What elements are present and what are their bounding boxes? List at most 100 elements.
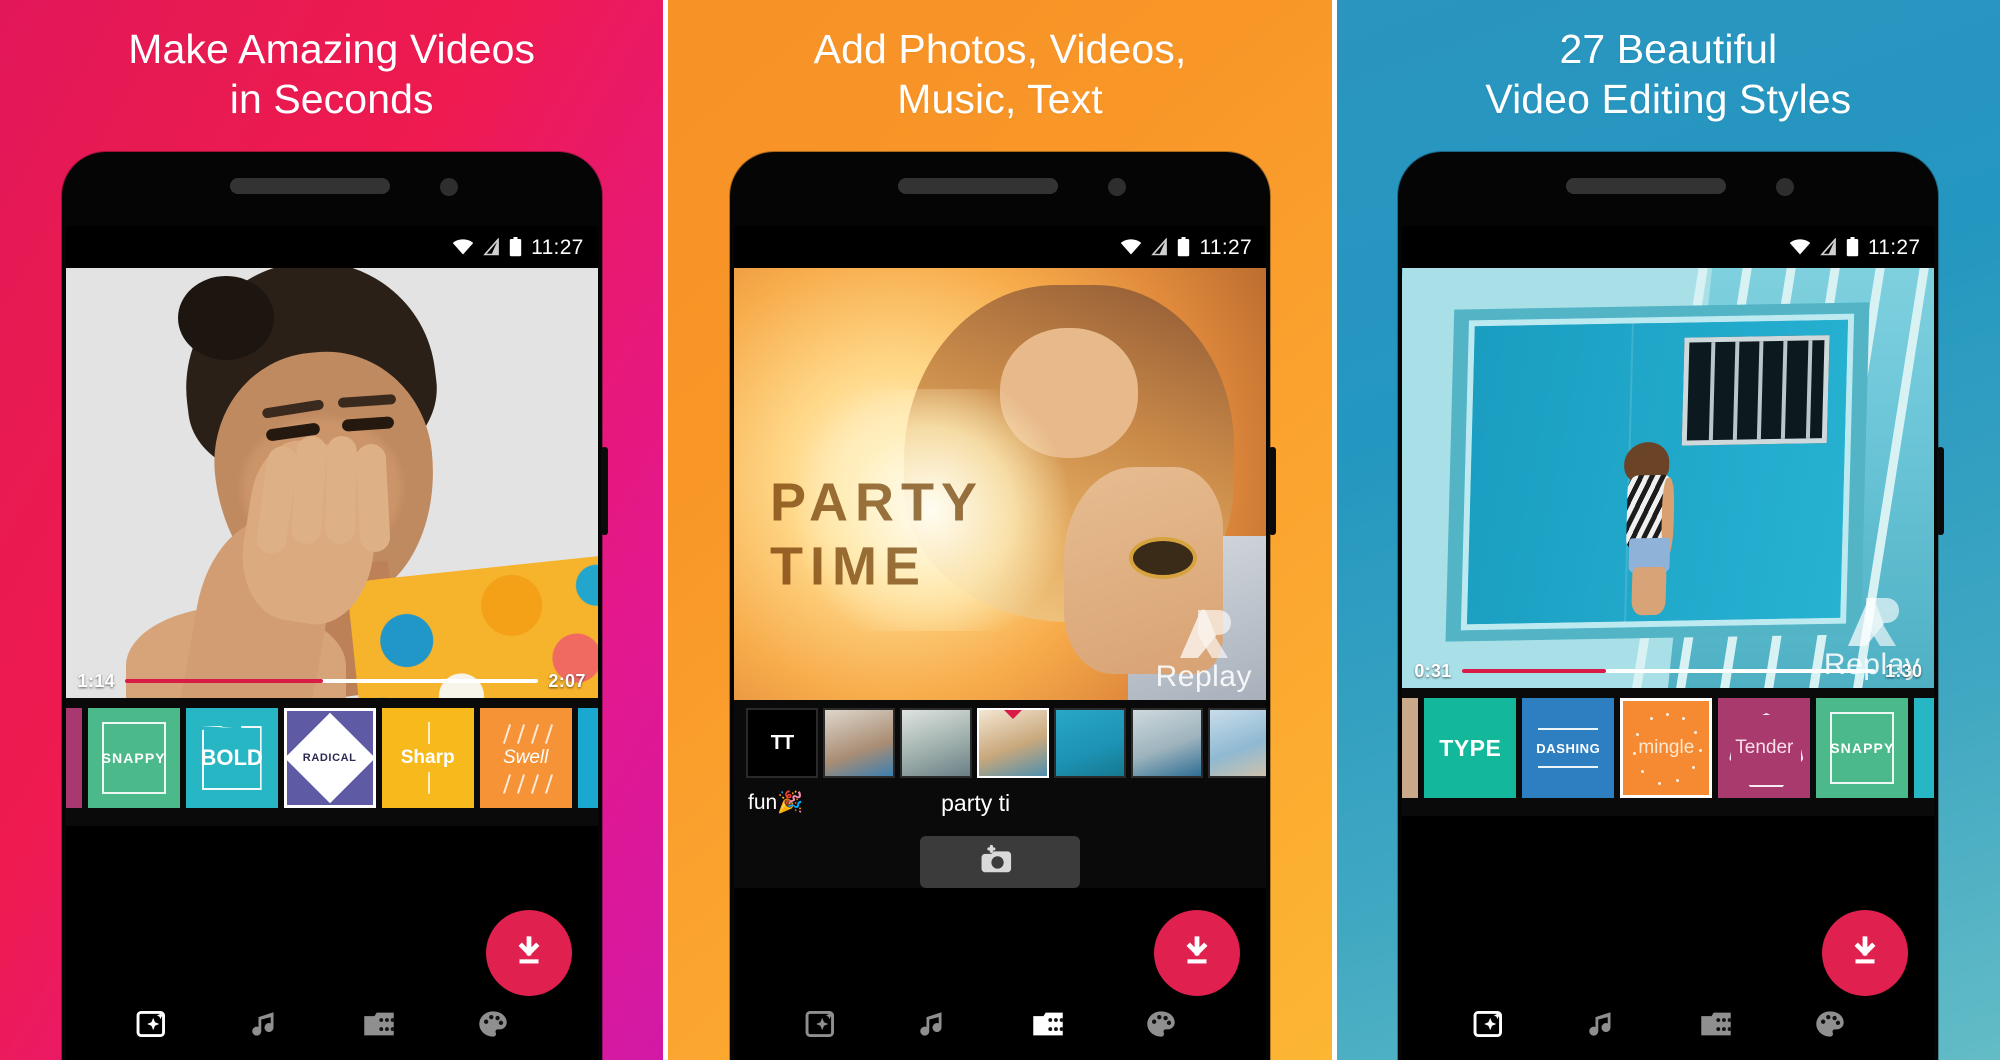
export-download-button[interactable] [1822, 910, 1909, 996]
download-icon [510, 934, 548, 972]
add-media-button[interactable] [919, 836, 1080, 888]
timeline-total-time: 2:07 [548, 670, 586, 691]
style-card-sharp[interactable]: Sharp [381, 708, 474, 808]
video-text-overlay-line-1: PARTY [769, 472, 984, 533]
camera-plus-icon [979, 844, 1021, 881]
side-power-button[interactable] [1937, 447, 1945, 535]
nav-styles-sparkle-icon[interactable] [128, 1000, 176, 1048]
side-power-button[interactable] [1268, 447, 1276, 535]
style-card-mingle[interactable]: mingle [1620, 698, 1713, 798]
timeline-current-time: 1:14 [77, 670, 115, 691]
battery-icon [509, 237, 522, 257]
timeline-scrubber[interactable] [1461, 669, 1876, 673]
export-download-button[interactable] [485, 910, 572, 996]
thumbnail-clip[interactable] [1130, 708, 1203, 778]
video-preview-3[interactable]: Replay 0:31 1:30 [1402, 268, 1935, 688]
preview-photo-woman-smiling [65, 268, 598, 698]
nav-film-strip-icon[interactable] [355, 1000, 403, 1048]
bottom-nav-1[interactable] [65, 910, 598, 1060]
promo-panel-1: Make Amazing Videos in Seconds 11:27 1:1… [0, 0, 664, 1060]
style-card-label: Swell [502, 747, 549, 768]
status-bar-clock: 11:27 [1867, 235, 1921, 259]
style-card-peek-right[interactable] [1914, 698, 1935, 798]
style-card-snappy[interactable]: SNAPPY [87, 708, 180, 808]
style-deco-underline-bottom [1538, 766, 1599, 768]
replay-watermark-text: Replay [1155, 660, 1252, 693]
style-card-label: mingle [1638, 737, 1695, 758]
panel-1-headline-line-1: Make Amazing Videos [128, 26, 536, 72]
side-power-button[interactable] [600, 447, 608, 535]
panel-2-headline-line-1: Add Photos, Videos, [813, 26, 1187, 72]
style-card-bold[interactable]: BOLD [185, 708, 278, 808]
nav-styles-sparkle-icon[interactable] [797, 1000, 845, 1048]
thumbnail-clip[interactable] [1207, 708, 1266, 778]
timeline-3[interactable]: 0:31 1:30 [1402, 654, 1934, 688]
style-card-tender[interactable]: Tender [1718, 698, 1811, 798]
replay-logo-icon [1840, 590, 1904, 652]
bottom-nav-2[interactable] [733, 910, 1266, 1060]
project-title-field[interactable]: party ti [793, 790, 1254, 817]
style-card-radical[interactable]: RADICAL [283, 708, 376, 808]
promo-panel-2: Add Photos, Videos, Music, Text 11:27 PA… [663, 0, 1332, 1060]
phone-screen-2: 11:27 PARTY TIME Replay TT fun🎉 party ti [733, 226, 1266, 1060]
thumbnail-clip-selected[interactable] [976, 708, 1049, 778]
phone-screen-3: 11:27 Replay 0:31 1:30 TYPE DASHING ming… [1402, 226, 1935, 1060]
nav-music-note-icon[interactable] [242, 1000, 290, 1048]
style-card-label: RADICAL [302, 752, 357, 764]
thumbnail-clip[interactable] [899, 708, 972, 778]
nav-styles-sparkle-icon[interactable] [1465, 1000, 1513, 1048]
signal-off-icon [1151, 237, 1168, 256]
export-download-button[interactable] [1153, 910, 1240, 996]
video-preview-1[interactable]: 1:14 2:07 [65, 268, 598, 698]
app-store-screenshot-set: Make Amazing Videos in Seconds 11:27 1:1… [0, 0, 2000, 1060]
timeline-scrubber[interactable] [124, 679, 539, 683]
video-text-overlay-line-2: TIME [769, 535, 927, 596]
nav-palette-icon[interactable] [469, 1000, 517, 1048]
battery-icon [1846, 237, 1859, 257]
status-bar-3: 11:27 [1402, 226, 1935, 268]
signal-off-icon [483, 237, 500, 256]
earpiece-speaker [229, 178, 390, 194]
clip-meta-row: fun🎉 party ti [734, 778, 1266, 822]
thumbnail-text-tile[interactable]: TT [745, 708, 818, 778]
style-deco-slashes-bottom [480, 774, 572, 794]
style-card-peek-right[interactable] [577, 708, 598, 808]
front-camera-icon [439, 178, 458, 196]
status-bar-2: 11:27 [733, 226, 1266, 268]
phone-mockup-3: 11:27 Replay 0:31 1:30 TYPE DASHING ming… [1398, 152, 1945, 1060]
nav-film-strip-icon[interactable] [1692, 1000, 1740, 1048]
nav-music-note-icon[interactable] [910, 1000, 958, 1048]
nav-film-strip-icon[interactable] [1024, 1000, 1072, 1048]
thumbnail-text-tile-label: TT [770, 731, 794, 754]
style-card-dashing[interactable]: DASHING [1522, 698, 1615, 798]
style-carousel-1[interactable]: SNAPPY BOLD RADICAL Sharp Swell [65, 698, 598, 826]
photo-window-detail [1682, 334, 1830, 446]
wifi-icon [1789, 239, 1811, 255]
nav-music-note-icon[interactable] [1579, 1000, 1627, 1048]
style-card-peek-left[interactable] [65, 708, 82, 808]
nav-palette-icon[interactable] [1137, 1000, 1185, 1048]
style-card-label: TYPE [1439, 734, 1502, 761]
style-card-type[interactable]: TYPE [1424, 698, 1517, 798]
timeline-total-time: 1:30 [1885, 660, 1923, 681]
nav-palette-icon[interactable] [1806, 1000, 1854, 1048]
video-preview-2[interactable]: PARTY TIME Replay [733, 268, 1266, 700]
style-card-snappy[interactable]: SNAPPY [1816, 698, 1909, 798]
timeline-1[interactable]: 1:14 2:07 [66, 664, 598, 698]
replay-watermark-2: Replay [1156, 602, 1252, 692]
style-card-swell[interactable]: Swell [479, 708, 572, 808]
clip-thumbnail-strip[interactable]: TT fun🎉 party ti [733, 700, 1266, 888]
panel-1-headline: Make Amazing Videos in Seconds [0, 24, 663, 124]
signal-off-icon [1820, 237, 1837, 256]
style-card-peek-left[interactable] [1402, 698, 1419, 798]
thumbnail-clip[interactable] [1053, 708, 1126, 778]
phone-mockup-2: 11:27 PARTY TIME Replay TT fun🎉 party ti [729, 152, 1276, 1060]
style-card-label: DASHING [1536, 740, 1601, 756]
promo-panel-3: 27 Beautiful Video Editing Styles 11:27 … [1331, 0, 2000, 1060]
style-carousel-3[interactable]: TYPE DASHING mingle Tender SNAPPY [1402, 688, 1935, 816]
status-bar-1: 11:27 [65, 226, 598, 268]
thumbnail-clip[interactable] [822, 708, 895, 778]
phone-screen-1: 11:27 1:14 2:07 SNAPPY BOLD RADICAL Shar… [65, 226, 598, 1060]
bottom-nav-3[interactable] [1402, 910, 1935, 1060]
earpiece-speaker [1566, 178, 1727, 194]
